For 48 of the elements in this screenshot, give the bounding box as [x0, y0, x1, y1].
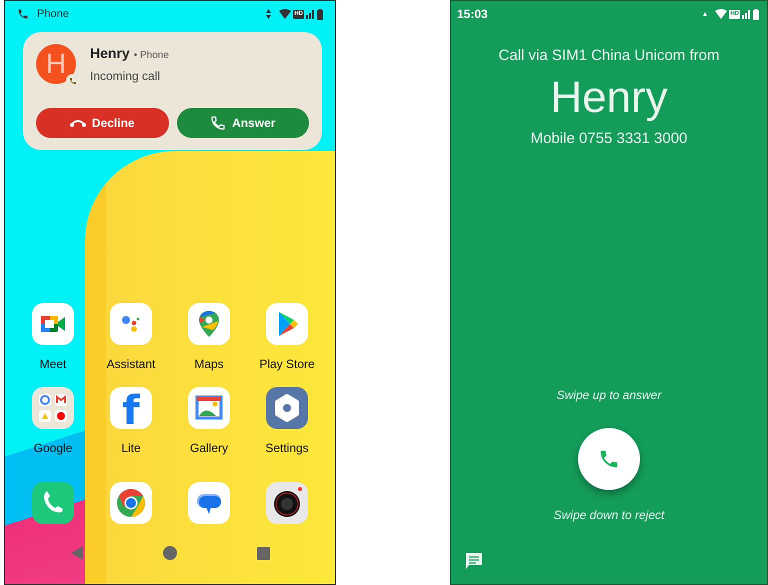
dots-icon[interactable]	[110, 303, 152, 345]
phone-icon	[210, 115, 226, 131]
signal-icon	[742, 9, 751, 19]
app-label: Lite	[121, 441, 141, 455]
home-icon[interactable]	[162, 546, 176, 560]
speech-bubble-icon[interactable]	[188, 482, 230, 524]
decline-button[interactable]: Decline	[36, 108, 168, 138]
app-label: Google	[34, 441, 72, 455]
app-label: Meet	[40, 357, 66, 371]
caller-name: Henry	[90, 45, 130, 61]
camera-lens-icon[interactable]	[266, 482, 308, 524]
app-label: Assistant	[106, 357, 156, 371]
message-icon[interactable]	[465, 552, 483, 570]
app-label: Maps	[194, 357, 224, 371]
gear-icon[interactable]	[266, 387, 308, 429]
call-via-text: Call via SIM1 China Unicom from	[498, 47, 720, 64]
swipe-down-hint: Swipe down to reject	[554, 508, 664, 522]
app-label: Settings	[265, 441, 309, 455]
wifi-icon	[715, 9, 728, 19]
phone-icon	[17, 8, 29, 20]
avatar: H	[36, 44, 76, 84]
status-time: 15:03	[457, 7, 488, 21]
data-arrows-icon	[266, 9, 272, 19]
app-label: Play Store	[259, 357, 315, 371]
swipe-up-hint: Swipe up to answer	[556, 388, 662, 402]
map-pin-icon[interactable]	[188, 303, 230, 345]
browser-icon[interactable]	[110, 482, 152, 524]
phone-number: Mobile 0755 3331 3000	[530, 130, 688, 147]
app-folder-icon[interactable]	[32, 387, 74, 429]
caller-name: Henry	[550, 72, 668, 124]
signal-icon	[306, 9, 315, 19]
app-source: • Phone	[134, 50, 169, 61]
phone-icon	[598, 448, 620, 470]
hang-up-icon	[70, 119, 86, 127]
answer-call-button[interactable]	[578, 428, 640, 490]
call-notification-card[interactable]: H Henry • Phone Incoming call Decline Answer	[23, 32, 322, 150]
battery-icon	[753, 8, 759, 20]
data-arrow-icon	[703, 12, 708, 16]
phone-app-icon[interactable]	[32, 482, 74, 524]
app-label: Gallery	[190, 441, 228, 455]
wifi-icon	[279, 9, 292, 19]
answer-button[interactable]: Answer	[176, 108, 309, 138]
video-camera-icon[interactable]	[32, 303, 74, 345]
notification-message: Incoming call	[90, 69, 162, 83]
status-app-label: Phone	[37, 8, 69, 20]
battery-icon	[317, 8, 323, 20]
app-icon[interactable]: f	[110, 387, 152, 429]
picture-icon[interactable]	[188, 387, 230, 429]
